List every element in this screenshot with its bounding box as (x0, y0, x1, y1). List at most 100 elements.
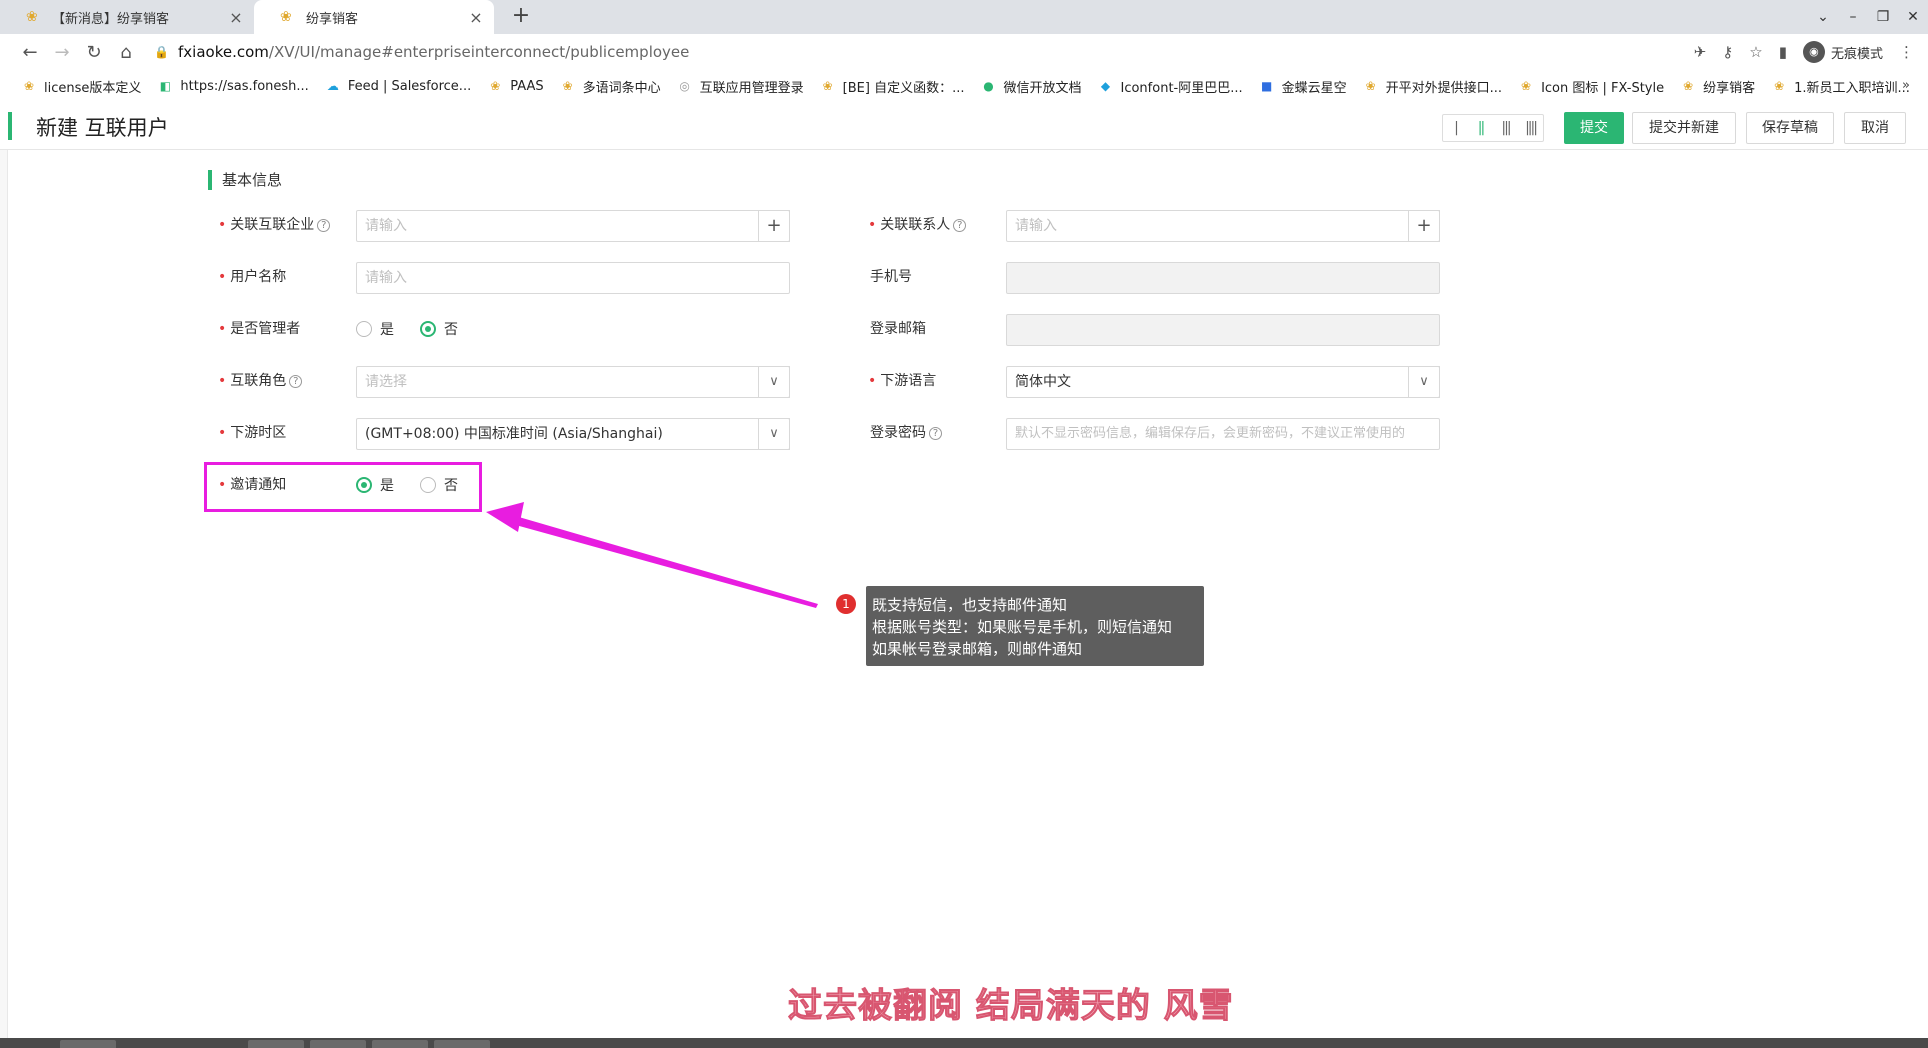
taskbar-app[interactable] (372, 1040, 428, 1048)
salesforce-cloud-icon: ☁ (326, 79, 339, 93)
bookmark-item[interactable]: ❀ 纷享销客 (1681, 77, 1755, 96)
reload-icon[interactable]: ↻ (78, 42, 110, 63)
back-icon[interactable]: ← (14, 42, 46, 63)
bookmark-item[interactable]: ☁ Feed | Salesforce... (326, 79, 471, 94)
translate-blocked-icon[interactable]: ✈ (1694, 43, 1707, 61)
fxiaoke-favicon-icon: ❀ (280, 9, 292, 25)
timezone-select[interactable]: (GMT+08:00) 中国标准时间 (Asia/Shanghai) ∨ (356, 418, 790, 450)
contact-label: • 关联联系人? (868, 215, 967, 235)
window-close-icon[interactable]: ✕ (1898, 9, 1928, 25)
bookmark-favicon-icon: ❀ (1774, 79, 1785, 93)
bookmark-favicon-icon: ❀ (1365, 79, 1376, 93)
chevron-down-icon[interactable]: ∨ (1408, 366, 1440, 398)
help-icon[interactable]: ? (289, 374, 303, 388)
bookmark-item[interactable]: ❀ PAAS (488, 79, 543, 94)
is-admin-radio-group: 是 否 (356, 319, 484, 339)
tab-search-icon[interactable]: ⌄ (1808, 9, 1838, 25)
tab-title: 纷享销客 (306, 11, 359, 27)
home-icon[interactable]: ⌂ (110, 42, 142, 63)
globe-icon: ◎ (679, 79, 690, 93)
restore-icon[interactable]: ❐ (1868, 9, 1898, 25)
required-marker: • (218, 425, 227, 441)
bookmark-item[interactable]: ■ 金蝶云星空 (1260, 77, 1347, 96)
taskbar-app[interactable] (434, 1040, 490, 1048)
bookmarks-overflow-icon[interactable]: » (1902, 78, 1910, 93)
bookmark-item[interactable]: ❀ 多语词条中心 (561, 77, 661, 96)
star-icon[interactable]: ☆ (1749, 43, 1762, 61)
phone-input (1006, 262, 1440, 294)
add-enterprise-icon[interactable]: + (758, 210, 790, 242)
tooltip-line: 根据账号类型：如果账号是手机，则短信通知 (872, 618, 1173, 636)
window-controls: ⌄ – ❐ ✕ (1808, 0, 1928, 34)
language-label: • 下游语言 (868, 371, 936, 391)
layout-3-column-button[interactable]: ||| (1493, 115, 1518, 141)
help-icon[interactable]: ? (317, 218, 331, 232)
submit-and-new-button[interactable]: 提交并新建 (1632, 112, 1736, 144)
bookmark-item[interactable]: ◧ https://sas.fonesh... (158, 79, 309, 94)
bookmark-favicon-icon: ❀ (562, 79, 573, 93)
side-panel-icon[interactable]: ▮ (1779, 43, 1787, 61)
label-text: 是否管理者 (230, 321, 301, 337)
bookmark-item[interactable]: ◎ 互联应用管理登录 (678, 77, 803, 96)
username-input[interactable]: 请输入 (356, 262, 790, 294)
enterprise-placeholder: 请输入 (365, 218, 407, 234)
key-icon[interactable]: ⚷ (1722, 43, 1733, 61)
chevron-down-icon[interactable]: ∨ (758, 418, 790, 450)
kingdee-icon: ■ (1260, 79, 1273, 93)
lock-icon[interactable]: 🔒 (154, 45, 169, 59)
forward-icon[interactable]: → (46, 42, 78, 63)
is-admin-no-radio[interactable] (420, 321, 436, 337)
bookmark-item[interactable]: ● 微信开放文档 (981, 77, 1081, 96)
submit-button[interactable]: 提交 (1564, 112, 1624, 144)
bookmark-label: [BE] 自定义函数：... (842, 80, 965, 96)
bookmark-label: 1.新员工入职培训... (1794, 80, 1910, 96)
browser-menu-icon[interactable]: ⋮ (1899, 43, 1914, 61)
bookmark-item[interactable]: ◆ Iconfont-阿里巴巴... (1099, 77, 1243, 96)
minimize-icon[interactable]: – (1838, 9, 1868, 25)
is-admin-yes-radio[interactable] (356, 321, 372, 337)
layout-2-column-button[interactable]: || (1468, 115, 1493, 141)
browser-tab-fxiaoke[interactable]: ❀ 纷享销客 × (254, 0, 494, 34)
bookmark-favicon-icon: ❀ (490, 79, 501, 93)
taskbar-app[interactable] (60, 1040, 116, 1048)
bookmark-item[interactable]: ❀ Icon 图标 | FX-Style (1519, 77, 1664, 96)
close-tab-icon[interactable]: × (466, 8, 486, 27)
required-marker: • (868, 217, 877, 233)
help-icon[interactable]: ? (929, 426, 942, 440)
layout-1-column-button[interactable]: | (1443, 115, 1468, 141)
incognito-profile[interactable]: ◉ 无痕模式 (1802, 41, 1883, 63)
language-select[interactable]: 简体中文 ∨ (1006, 366, 1440, 398)
close-tab-icon[interactable]: × (226, 8, 246, 27)
role-select[interactable]: 请选择 ∨ (356, 366, 790, 398)
bookmark-item[interactable]: ❀ [BE] 自定义函数：... (821, 77, 965, 96)
tooltip-line: 既支持短信，也支持邮件通知 (872, 596, 1068, 614)
bookmark-label: Iconfont-阿里巴巴... (1120, 80, 1243, 96)
add-contact-icon[interactable]: + (1408, 210, 1440, 242)
enterprise-input[interactable]: 请输入 + (356, 210, 790, 242)
wechat-icon: ● (983, 79, 994, 93)
browser-tab-messages[interactable]: ❀ 【新消息】纷享销客 × (0, 0, 254, 34)
timezone-value: (GMT+08:00) 中国标准时间 (Asia/Shanghai) (365, 426, 663, 442)
bookmark-favicon-icon: ❀ (822, 79, 833, 93)
bookmark-favicon-icon: ◧ (159, 79, 172, 93)
chevron-down-icon[interactable]: ∨ (758, 366, 790, 398)
bookmark-label: license版本定义 (44, 80, 142, 96)
save-draft-button[interactable]: 保存草稿 (1746, 112, 1834, 144)
bookmark-item[interactable]: ❀ 开平对外提供接口... (1364, 77, 1502, 96)
cancel-button[interactable]: 取消 (1844, 112, 1906, 144)
bookmark-favicon-icon: ❀ (1683, 79, 1694, 93)
layout-4-column-button[interactable]: |||| (1518, 115, 1543, 141)
taskbar-app[interactable] (310, 1040, 366, 1048)
address-bar[interactable]: 🔒 fxiaoke.com/XV/UI/manage#enterpriseint… (154, 38, 1654, 66)
column-layout-switch: | || ||| |||| (1442, 114, 1544, 142)
help-icon[interactable]: ? (953, 218, 967, 232)
radio-label[interactable]: 否 (444, 319, 458, 339)
bookmark-item[interactable]: ❀ license版本定义 (22, 77, 141, 96)
browser-tab-strip: ❀ 【新消息】纷享销客 × ❀ 纷享销客 × + ⌄ – ❐ ✕ (0, 0, 1928, 34)
taskbar-app[interactable] (248, 1040, 304, 1048)
radio-label[interactable]: 是 (380, 319, 394, 339)
contact-input[interactable]: 请输入 + (1006, 210, 1440, 242)
new-tab-button[interactable]: + (508, 4, 534, 30)
bookmark-item[interactable]: ❀ 1.新员工入职培训... (1772, 77, 1910, 96)
password-input[interactable]: 默认不显示密码信息，编辑保存后，会更新密码，不建议正常使用的 (1006, 418, 1440, 450)
